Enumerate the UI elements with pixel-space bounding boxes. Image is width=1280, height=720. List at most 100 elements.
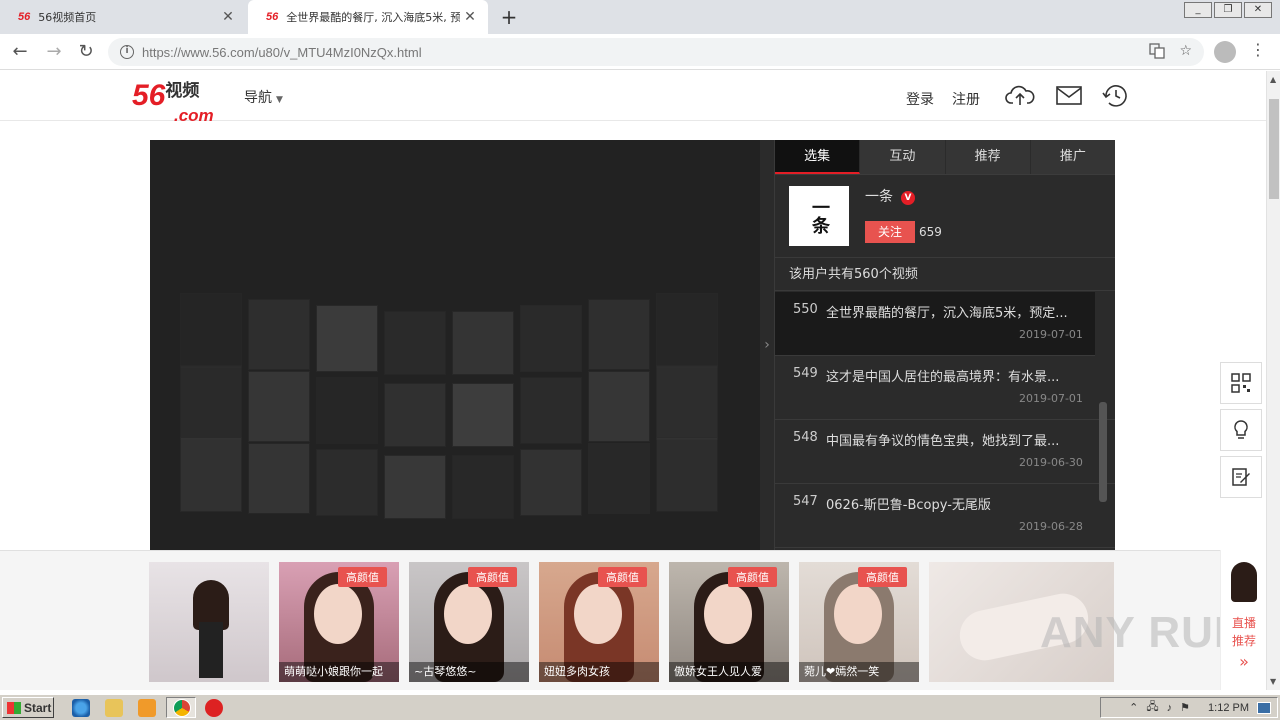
- tab-episodes[interactable]: 选集: [775, 140, 861, 174]
- close-window-button[interactable]: ✕: [1244, 2, 1272, 18]
- live-recommend-sidebar[interactable]: 直播 推荐 »: [1220, 550, 1266, 690]
- streamer-face: [834, 584, 882, 644]
- badge-high-looks: 高颜值: [728, 567, 777, 587]
- minimize-button[interactable]: _: [1184, 2, 1212, 18]
- episode-date: 2019-07-01: [1019, 392, 1083, 405]
- poster-tile: [452, 311, 514, 375]
- list-item[interactable]: 550 全世界最酷的餐厅，沉入海底5米，预定... 2019-07-01: [775, 292, 1095, 356]
- badge-high-looks: 高颜值: [858, 567, 907, 587]
- playlist-panel: 选集 互动 推荐 推广 一条 一条 V 关注 659 该用户共有560个视频 55…: [774, 140, 1115, 550]
- clock: 1:12 PM: [1208, 701, 1249, 714]
- tab-title: 56视频首页: [38, 11, 97, 24]
- list-item[interactable]: 548 中国最有争议的情色宝典，她找到了最... 2019-06-30: [775, 420, 1115, 484]
- close-tab-icon[interactable]: ✕: [218, 9, 238, 25]
- live-thumb-1[interactable]: [149, 562, 269, 682]
- windows-logo-icon: [7, 701, 21, 714]
- upload-cloud-icon[interactable]: [1005, 83, 1035, 109]
- poster-tile: [452, 455, 514, 519]
- episode-title: 0626-斯巴鲁-Bcopy-无尾版: [826, 498, 991, 513]
- live-thumb-6[interactable]: 高颜值 菀儿❤嫣然一笑: [799, 562, 919, 682]
- follower-count: 659: [919, 225, 942, 239]
- flag-icon[interactable]: ⚑: [1180, 701, 1190, 714]
- network-icon[interactable]: 🖧: [1146, 698, 1158, 717]
- nav-dropdown[interactable]: 导航 ▼: [244, 87, 283, 107]
- site-logo[interactable]: 56视频 .com: [132, 79, 214, 125]
- antivirus-icon[interactable]: [205, 699, 223, 717]
- follow-button[interactable]: 关注: [865, 221, 915, 243]
- ie-icon[interactable]: [72, 699, 90, 717]
- stream-caption: 菀儿❤嫣然一笑: [799, 662, 919, 682]
- close-tab-icon[interactable]: ✕: [460, 9, 480, 25]
- start-button[interactable]: Start: [2, 697, 54, 718]
- list-item[interactable]: 549 这才是中国人居住的最高境界：有水景... 2019-07-01: [775, 356, 1115, 420]
- browser-menu-icon[interactable]: ⋮: [1250, 40, 1266, 59]
- site-favicon: 56: [18, 11, 31, 23]
- back-button[interactable]: ←: [8, 40, 32, 64]
- mail-icon[interactable]: [1055, 83, 1085, 109]
- streamer-face: [444, 584, 492, 644]
- folder-icon[interactable]: [105, 699, 123, 717]
- poster-tile: [180, 437, 242, 512]
- chrome-icon: [173, 699, 191, 717]
- site-info-icon[interactable]: i: [120, 45, 134, 59]
- media-player-icon[interactable]: [138, 699, 156, 717]
- uploader-name[interactable]: 一条 V: [865, 186, 915, 206]
- video-player[interactable]: [150, 140, 760, 550]
- poster-tile: [316, 449, 378, 517]
- site-favicon: 56: [266, 11, 279, 23]
- browser-tabstrip: 56 56视频首页 ✕ 56 全世界最酷的餐厅, 沉入海底5米, 预 ✕ + _…: [0, 0, 1280, 34]
- profile-avatar[interactable]: [1214, 41, 1236, 63]
- live-thumb-3[interactable]: 高颜值 ~古琴悠悠~: [409, 562, 529, 682]
- register-link[interactable]: 注册: [952, 89, 980, 109]
- lightbulb-icon[interactable]: [1220, 409, 1262, 451]
- live-thumb-2[interactable]: 高颜值 萌萌哒小娘跟你一起: [279, 562, 399, 682]
- double-chevron-icon: »: [1239, 652, 1249, 671]
- login-link[interactable]: 登录: [906, 89, 934, 109]
- feedback-edit-icon[interactable]: [1220, 456, 1262, 498]
- panel-toggle-chevron-icon[interactable]: ›: [760, 140, 774, 550]
- reload-button[interactable]: ↻: [74, 40, 98, 64]
- recommend-label: 推荐: [1231, 634, 1256, 648]
- scroll-up-icon[interactable]: ▲: [1270, 75, 1276, 84]
- volume-icon[interactable]: ♪: [1167, 702, 1173, 714]
- forward-button[interactable]: →: [42, 40, 66, 64]
- tab-promote[interactable]: 推广: [1030, 140, 1115, 174]
- poster-tile: [588, 299, 650, 370]
- tab-interact[interactable]: 互动: [860, 140, 946, 174]
- poster-tile: [588, 443, 650, 514]
- poster-tile: [248, 443, 310, 514]
- new-tab-button[interactable]: +: [498, 6, 520, 28]
- history-icon[interactable]: [1102, 83, 1132, 109]
- browser-tab-home[interactable]: 56 56视频首页 ✕: [0, 0, 246, 34]
- chrome-taskbar-button[interactable]: [166, 697, 196, 718]
- qr-code-icon[interactable]: [1220, 362, 1262, 404]
- bookmark-star-icon[interactable]: ☆: [1179, 43, 1192, 63]
- poster-tile: [656, 365, 718, 440]
- list-item[interactable]: 547 0626-斯巴鲁-Bcopy-无尾版 2019-06-28: [775, 484, 1115, 548]
- uploader-avatar[interactable]: 一条: [789, 186, 849, 246]
- show-desktop-icon[interactable]: [1257, 701, 1271, 714]
- page-scrollbar[interactable]: ▲ ▼: [1266, 71, 1280, 690]
- scroll-down-icon[interactable]: ▼: [1270, 677, 1276, 686]
- scrollbar-thumb[interactable]: [1269, 99, 1279, 199]
- panel-tabs: 选集 互动 推荐 推广: [775, 140, 1115, 175]
- maximize-button[interactable]: ❐: [1214, 2, 1242, 18]
- address-bar[interactable]: i https://www.56.com/u80/v_MTU4MzI0NzQx.…: [108, 38, 1204, 66]
- episode-date: 2019-06-28: [1019, 520, 1083, 533]
- poster-tile: [180, 293, 242, 368]
- browser-toolbar: ← → ↻ i https://www.56.com/u80/v_MTU4MzI…: [0, 34, 1280, 70]
- tab-title: 全世界最酷的餐厅, 沉入海底5米, 预: [286, 11, 460, 24]
- live-label: 直播: [1231, 616, 1256, 630]
- tray-expand-icon[interactable]: ⌃: [1129, 701, 1138, 714]
- tab-recommend[interactable]: 推荐: [945, 140, 1031, 174]
- streamer-face: [704, 584, 752, 644]
- episode-title: 这才是中国人居住的最高境界：有水景...: [826, 370, 1060, 385]
- live-thumb-5[interactable]: 高颜值 傲娇女王人见人爱: [669, 562, 789, 682]
- browser-tab-video[interactable]: 56 全世界最酷的餐厅, 沉入海底5米, 预 ✕: [248, 0, 488, 34]
- playlist-scrollbar[interactable]: [1099, 402, 1107, 502]
- live-thumb-4[interactable]: 高颜值 妞妞多肉女孩: [539, 562, 659, 682]
- poster-tile: [248, 371, 310, 442]
- translate-icon[interactable]: [1149, 43, 1166, 63]
- logo-dotcom: .com: [174, 106, 214, 125]
- caret-down-icon: ▼: [276, 95, 283, 105]
